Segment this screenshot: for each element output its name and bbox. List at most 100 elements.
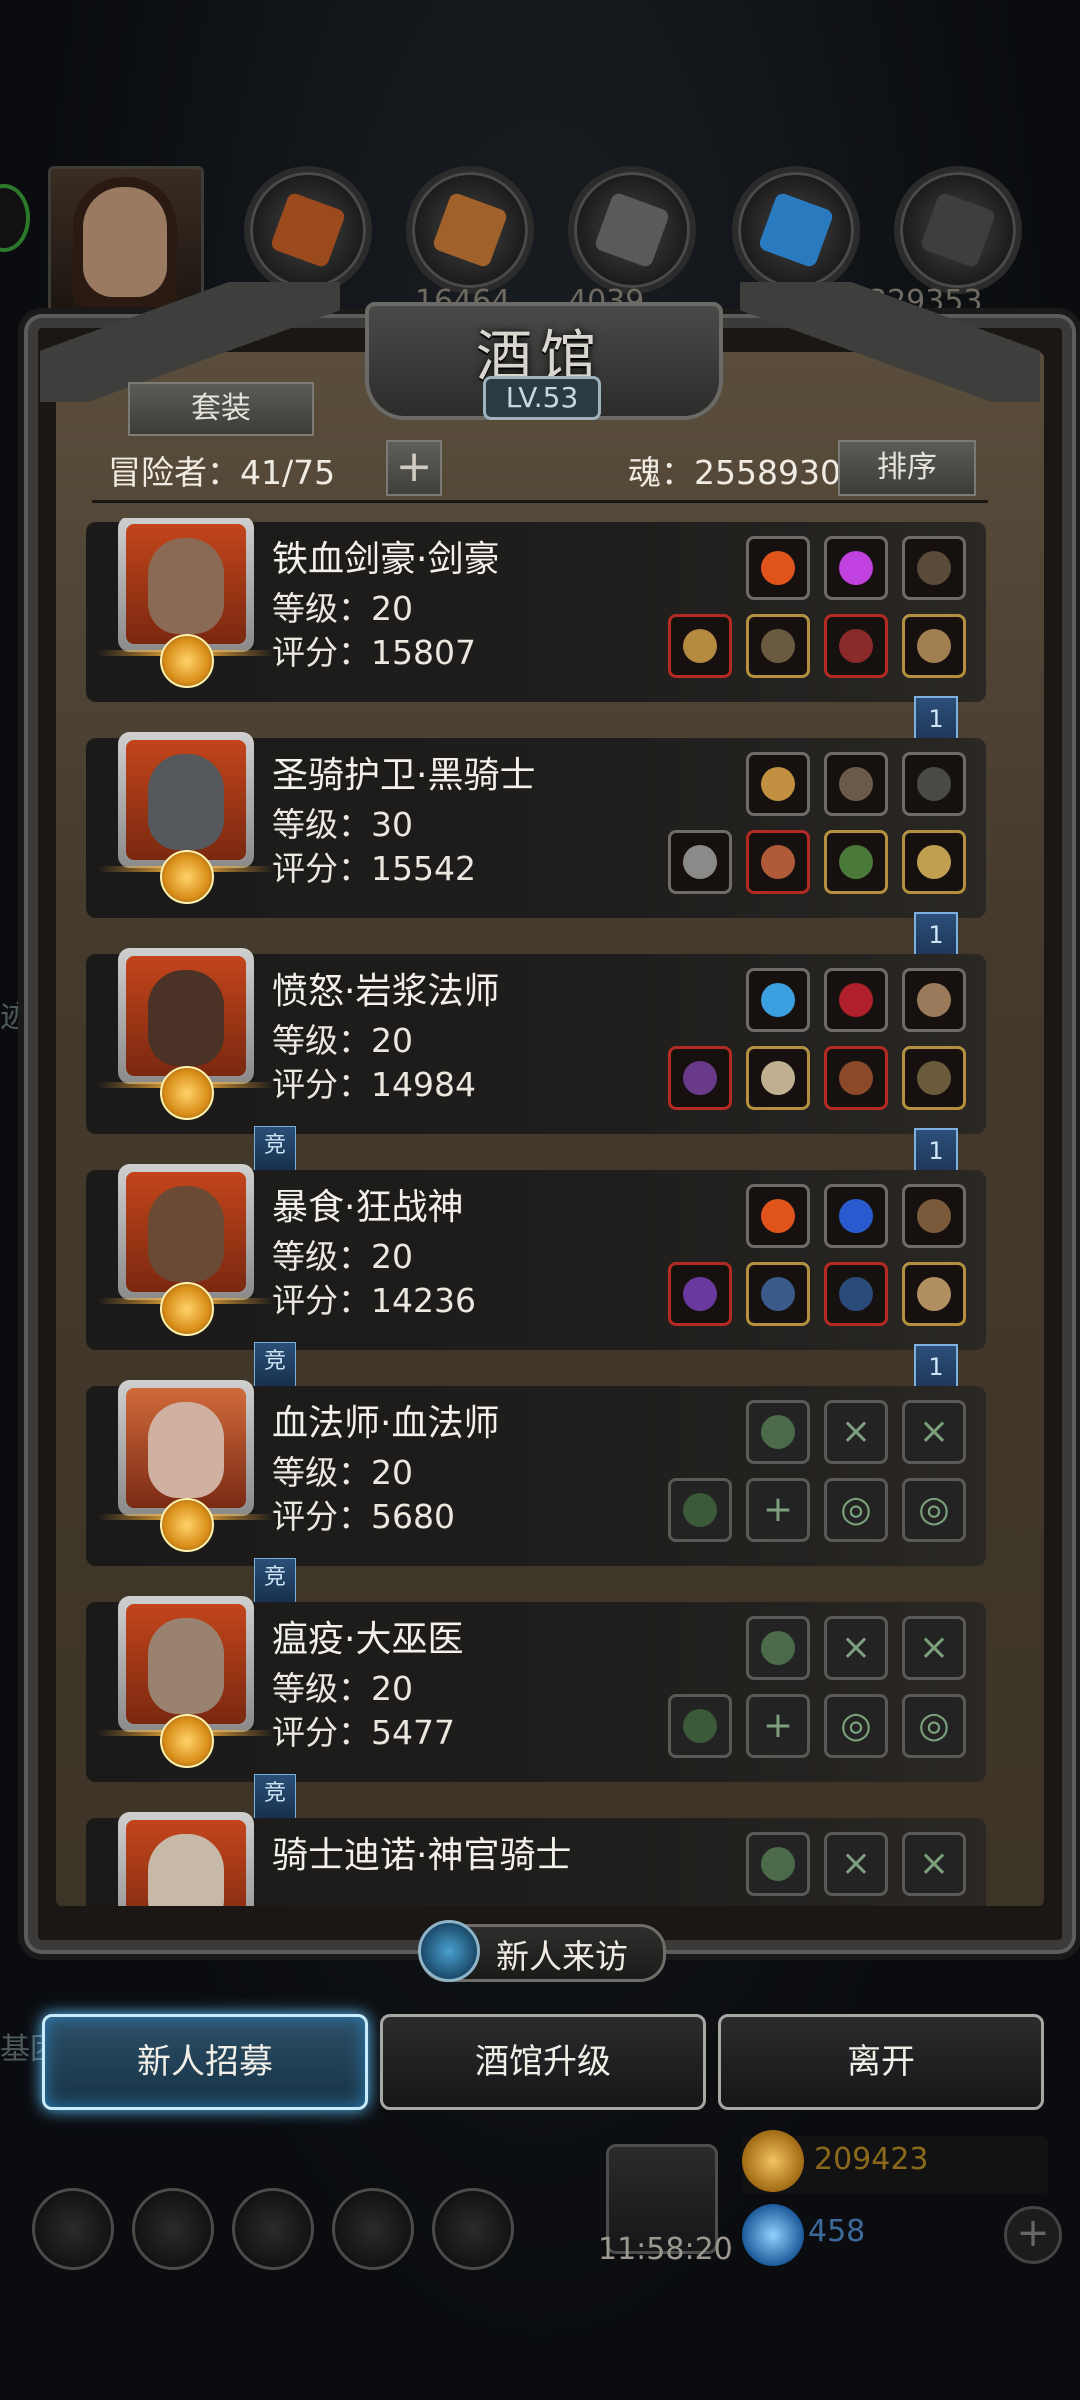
gold-amount: 209423 xyxy=(814,2142,929,2177)
empty-slot-icon[interactable]: + xyxy=(746,1694,810,1758)
hero-level: 等级：20 xyxy=(272,1453,413,1492)
resource-crystal-icon[interactable] xyxy=(732,166,860,294)
belt-icon[interactable] xyxy=(902,1262,966,1326)
boots-icon[interactable] xyxy=(902,614,966,678)
bag-icon[interactable] xyxy=(232,2188,314,2270)
arena-tag: 竞 xyxy=(254,1558,296,1604)
empty-slot-icon[interactable]: ⨯ xyxy=(824,1400,888,1464)
suit-button[interactable]: 套装 xyxy=(128,382,314,436)
hero-portrait[interactable] xyxy=(118,1812,254,1906)
resource-wood-icon[interactable] xyxy=(244,166,372,294)
hero-card[interactable]: 圣骑护卫·黑骑士 等级：30 评分：15542 1 xyxy=(86,732,986,968)
resource-stone-icon[interactable] xyxy=(894,166,1022,294)
hero-name: 暴食·狂战神 xyxy=(272,1187,464,1228)
sword-icon[interactable] xyxy=(668,830,732,894)
hero-card[interactable]: 愤怒·岩浆法师 等级：20 评分：14984 竞 1 xyxy=(86,948,986,1184)
hero-portrait[interactable] xyxy=(98,1380,274,1552)
hero-portrait[interactable] xyxy=(98,732,274,904)
empty-slot-icon[interactable] xyxy=(668,1478,732,1542)
new-visitor-label: 新人来访 xyxy=(496,1937,628,1976)
hero-score: 评分：5477 xyxy=(272,1713,455,1752)
empty-slot-icon[interactable]: ◎ xyxy=(824,1694,888,1758)
hero-card[interactable]: 血法师·血法师 等级：20 评分：5680 ⨯ ⨯ + ◎ ◎ 竞 xyxy=(86,1380,986,1604)
add-slot-button[interactable]: + xyxy=(386,440,442,496)
mail-icon[interactable] xyxy=(332,2188,414,2270)
spider-icon[interactable] xyxy=(902,830,966,894)
robe-icon[interactable] xyxy=(746,1046,810,1110)
hero-name: 血法师·血法师 xyxy=(272,1403,500,1444)
hero-portrait[interactable] xyxy=(98,518,274,688)
leave-button[interactable]: 离开 xyxy=(718,2014,1044,2110)
status-icon[interactable] xyxy=(0,184,30,252)
blue-orb-icon[interactable] xyxy=(746,968,810,1032)
hero-card[interactable]: 暴食·狂战神 等级：20 评分：14236 竞 1 xyxy=(86,1164,986,1400)
bracer-icon[interactable] xyxy=(902,968,966,1032)
helmet-icon[interactable] xyxy=(824,614,888,678)
hero-card[interactable]: 铁血剑豪·剑豪 等级：20 评分：15807 1 xyxy=(86,518,986,752)
hero-portrait[interactable] xyxy=(98,1596,274,1768)
star-badge-icon xyxy=(160,1714,214,1768)
book-icon[interactable] xyxy=(824,1046,888,1110)
orb-icon[interactable] xyxy=(824,830,888,894)
empty-slot-icon[interactable] xyxy=(746,1400,810,1464)
hero-portrait[interactable] xyxy=(98,948,274,1120)
resource-plank-icon[interactable] xyxy=(406,166,534,294)
empty-slot-icon[interactable]: ◎ xyxy=(902,1478,966,1542)
empty-slot-icon[interactable]: ◎ xyxy=(824,1478,888,1542)
empty-slot-icon[interactable]: ⨯ xyxy=(902,1832,966,1896)
upgrade-tavern-button[interactable]: 酒馆升级 xyxy=(380,2014,706,2110)
add-diamond-button[interactable]: + xyxy=(1004,2206,1062,2264)
blue-blade-icon[interactable] xyxy=(824,1184,888,1248)
hero-card[interactable]: 骑士迪诺·神官骑士 ⨯ ⨯ xyxy=(86,1812,986,1906)
recruit-button[interactable]: 新人招募 xyxy=(42,2014,368,2110)
empty-slot-icon[interactable] xyxy=(668,1694,732,1758)
bracer-icon[interactable] xyxy=(902,1184,966,1248)
branch-icon[interactable] xyxy=(902,752,966,816)
red-ring-icon[interactable] xyxy=(824,968,888,1032)
star-badge-icon xyxy=(160,1498,214,1552)
boots-icon[interactable] xyxy=(902,1046,966,1110)
amulet-icon[interactable] xyxy=(746,752,810,816)
hero-name: 圣骑护卫·黑骑士 xyxy=(272,755,536,796)
star-badge-icon xyxy=(160,1282,214,1336)
empty-slot-icon[interactable]: + xyxy=(746,1478,810,1542)
map-icon[interactable] xyxy=(432,2188,514,2270)
armor-icon[interactable] xyxy=(746,614,810,678)
hero-name: 瘟疫·大巫医 xyxy=(272,1619,464,1660)
background-text: 迹 xyxy=(0,1000,30,1035)
star-icon[interactable] xyxy=(132,2188,214,2270)
sword-icon[interactable] xyxy=(668,614,732,678)
hero-name: 骑士迪诺·神官骑士 xyxy=(272,1835,572,1876)
empty-slot-icon[interactable]: ⨯ xyxy=(824,1616,888,1680)
hero-score: 评分：14236 xyxy=(272,1281,476,1320)
fire-orb-icon[interactable] xyxy=(746,1184,810,1248)
mace-icon[interactable] xyxy=(668,1262,732,1326)
hero-score: 评分：5680 xyxy=(272,1497,455,1536)
gold-coin-icon xyxy=(742,2130,804,2192)
empty-slot-icon[interactable]: ⨯ xyxy=(824,1832,888,1896)
staff-icon[interactable] xyxy=(668,1046,732,1110)
fire-orb-icon[interactable] xyxy=(746,536,810,600)
purple-gem-icon[interactable] xyxy=(824,536,888,600)
tavern-level-badge: LV.53 xyxy=(483,376,601,420)
hero-score: 评分：15807 xyxy=(272,633,476,672)
horn-icon[interactable] xyxy=(824,752,888,816)
top-resource-bar: 16464 4039 329353 xyxy=(0,160,1080,322)
empty-slot-icon[interactable]: ⨯ xyxy=(902,1616,966,1680)
empty-slot-icon[interactable]: ◎ xyxy=(902,1694,966,1758)
armor-icon[interactable] xyxy=(746,830,810,894)
horn-icon[interactable] xyxy=(902,536,966,600)
empty-slot-icon[interactable] xyxy=(746,1832,810,1896)
sort-button[interactable]: 排序 xyxy=(838,440,976,496)
hero-card[interactable]: 瘟疫·大巫医 等级：20 评分：5477 ⨯ ⨯ + ◎ ◎ 竞 xyxy=(86,1596,986,1820)
hero-level: 等级：20 xyxy=(272,1237,413,1276)
resource-ingot-icon[interactable] xyxy=(568,166,696,294)
arena-tag: 竞 xyxy=(254,1342,296,1388)
ring-icon[interactable] xyxy=(824,1262,888,1326)
armor-icon[interactable] xyxy=(746,1262,810,1326)
empty-slot-icon[interactable] xyxy=(746,1616,810,1680)
settings-icon[interactable] xyxy=(32,2188,114,2270)
empty-slot-icon[interactable]: ⨯ xyxy=(902,1400,966,1464)
hero-list[interactable]: 铁血剑豪·剑豪 等级：20 评分：15807 1 圣骑护卫·黑骑士 等级：30 … xyxy=(86,518,986,1906)
hero-portrait[interactable] xyxy=(98,1164,274,1336)
